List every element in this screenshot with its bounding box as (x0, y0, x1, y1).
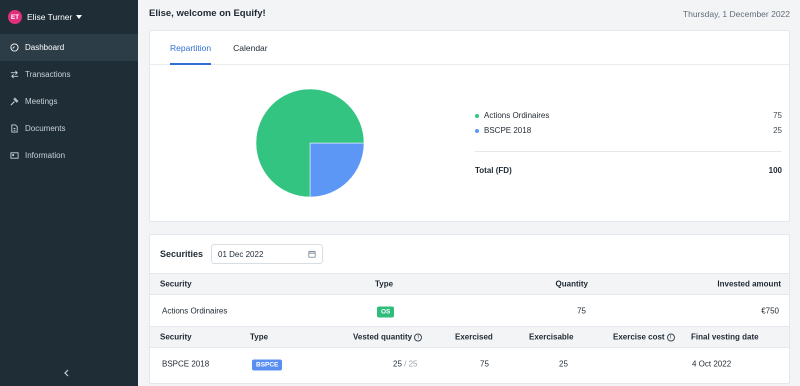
pie-slice-bscpe-2018[interactable] (309, 142, 364, 197)
vested-label: Vested quantity (353, 332, 413, 342)
col-security: Security (160, 332, 192, 342)
col-exercisable: Exercisable (529, 332, 574, 342)
type-badge: OS (377, 306, 395, 318)
nav-item-dashboard[interactable]: Dashboard (0, 34, 138, 61)
total-label: Total (FD) (475, 166, 512, 175)
nav-item-meetings[interactable]: Meetings (0, 88, 138, 115)
col-invested-amount: Invested amount (717, 279, 781, 289)
legend-dot (475, 128, 479, 133)
securities-card: Securities 01 Dec 2022 Security Type Qua… (149, 234, 790, 384)
cell-invested: €750 (761, 306, 779, 316)
col-vested-quantity: Vested quantity i (353, 332, 423, 342)
table-row: Actions Ordinaires OS 75 €750 (150, 296, 789, 326)
nav-item-transactions[interactable]: Transactions (0, 61, 138, 88)
cell-exercised: 75 (480, 359, 489, 369)
nav-label: Information (25, 151, 66, 160)
col-type: Type (375, 279, 394, 289)
legend-item: Actions Ordinaires 75 (475, 111, 782, 120)
securities-header: Securities 01 Dec 2022 (150, 235, 789, 273)
collapse-sidebar-icon[interactable] (62, 368, 72, 378)
badge-label: OS (377, 306, 395, 318)
current-date: Thursday, 1 December 2022 (682, 9, 790, 19)
table-header: Security Type Vested quantity i Exercised… (150, 326, 789, 348)
nav-label: Transactions (25, 70, 71, 79)
legend-value: 75 (773, 111, 782, 120)
legend-dot (475, 113, 479, 118)
col-quantity: Quantity (555, 279, 588, 289)
table-header: Security Type Quantity Invested amount (150, 273, 789, 295)
info-icon[interactable]: i (414, 333, 423, 342)
badge-label: BSPCE (252, 359, 283, 371)
tab-bar: Repartition Calendar (150, 31, 789, 65)
gavel-icon (10, 97, 19, 106)
legend-label: Actions Ordinaires (484, 111, 550, 120)
calendar-icon (308, 250, 316, 258)
nav-label: Meetings (25, 97, 58, 106)
col-final-vesting-date: Final vesting date (691, 332, 759, 342)
id-card-icon (10, 151, 19, 160)
sidebar: ET Elise Turner Dashboard Transactions M… (0, 0, 138, 386)
repartition-pie-chart (256, 89, 364, 197)
repartition-card: Repartition Calendar Actions Ordinaires … (149, 30, 790, 222)
securities-title: Securities (160, 249, 204, 259)
caret-down-icon (76, 15, 83, 19)
cell-vested: 25 / 25 (393, 360, 417, 369)
cell-security: Actions Ordinaires (162, 306, 228, 316)
page-title: Elise, welcome on Equify! (149, 8, 266, 19)
dashboard-icon (10, 43, 19, 52)
table-row: BSPCE 2018 BSPCE 25 / 25 75 25 4 Oct 202… (150, 349, 789, 379)
legend-value: 25 (773, 126, 782, 135)
document-icon (10, 124, 19, 133)
vested-total: / 25 (404, 359, 418, 369)
nav-item-information[interactable]: Information (0, 142, 138, 169)
user-name: Elise Turner (27, 12, 73, 22)
date-value: 01 Dec 2022 (218, 249, 264, 259)
date-picker[interactable]: 01 Dec 2022 (211, 244, 324, 264)
avatar: ET (8, 10, 22, 24)
nav-item-documents[interactable]: Documents (0, 115, 138, 142)
legend-total: Total (FD) 100 (475, 166, 782, 175)
tab-repartition[interactable]: Repartition (170, 31, 212, 65)
tab-calendar[interactable]: Calendar (233, 31, 268, 64)
total-value: 100 (768, 166, 782, 175)
type-badge: BSPCE (252, 359, 283, 371)
col-security: Security (160, 279, 192, 289)
cell-security: BSPCE 2018 (162, 359, 210, 369)
cell-quantity: 75 (577, 306, 586, 316)
col-exercised: Exercised (455, 332, 493, 342)
col-type: Type (250, 332, 269, 342)
transfer-icon (10, 70, 19, 79)
user-menu[interactable]: ET Elise Turner (0, 0, 138, 34)
col-exercise-cost: Exercise cost i (613, 333, 675, 342)
legend-label: BSCPE 2018 (484, 126, 532, 135)
exercise-cost-label: Exercise cost (613, 332, 665, 342)
info-icon[interactable]: i (666, 333, 675, 342)
cell-exercisable: 25 (559, 359, 568, 369)
cell-final-vesting-date: 4 Oct 2022 (692, 359, 732, 369)
vested-value: 25 (393, 359, 402, 369)
legend-divider (475, 151, 782, 152)
legend-item: BSCPE 2018 25 (475, 126, 782, 135)
nav-label: Documents (25, 124, 66, 133)
nav-label: Dashboard (25, 43, 65, 52)
